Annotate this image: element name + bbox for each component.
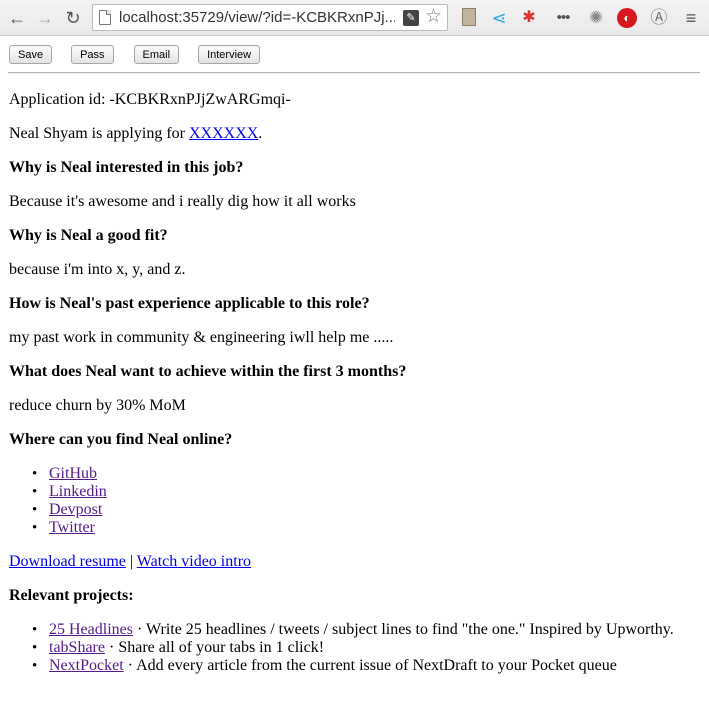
project-link-nextpocket[interactable]: NextPocket (49, 657, 124, 674)
download-resume-link[interactable]: Download resume (9, 553, 126, 570)
job-link[interactable]: XXXXXX (189, 125, 258, 142)
page-icon (99, 10, 111, 25)
pin-icon[interactable]: ✱ (518, 7, 540, 29)
interview-button[interactable]: Interview (198, 45, 261, 64)
application-id: Application id: -KCBKRxnPJjZwARGmqi- (9, 91, 291, 108)
share-icon[interactable]: ⋖ (488, 7, 510, 29)
project-link-tabshare[interactable]: tabShare (49, 639, 105, 656)
reload-icon[interactable]: ↻ (62, 7, 84, 29)
question-online: Where can you find Neal online? (9, 431, 233, 448)
bookmark-star-icon[interactable]: ☆ (425, 6, 442, 28)
watch-video-link[interactable]: Watch video intro (137, 553, 251, 570)
applicant-suffix: . (258, 125, 263, 142)
answer-goals: reduce churn by 30% MoM (9, 397, 186, 414)
extension-tile-icon[interactable] (458, 7, 480, 29)
save-button[interactable]: Save (9, 45, 53, 64)
link-separator: | (125, 553, 137, 570)
question-goals: What does Neal want to achieve within th… (9, 363, 407, 380)
browser-toolbar: ← → ↻ localhost:35729/view/?id=-KCBKRxnP… (0, 0, 709, 36)
project-description: · Share all of your tabs in 1 click! (104, 639, 325, 656)
projects-heading: Relevant projects: (9, 587, 134, 604)
wrench-icon[interactable]: ✎ (403, 10, 419, 26)
answer-interest: Because it's awesome and i really dig ho… (9, 193, 356, 210)
applicant-prefix: Neal Shyam is applying for (9, 125, 189, 142)
address-bar[interactable]: localhost:35729/view/?id=-KCBKRxnPJj... … (92, 4, 448, 31)
divider (8, 72, 700, 74)
list-item: Devpost (32, 501, 102, 519)
forward-arrow-icon[interactable]: → (34, 7, 56, 29)
pass-button[interactable]: Pass (71, 45, 114, 64)
project-description: · Add every article from the current iss… (123, 657, 617, 674)
back-arrow-icon[interactable]: ← (6, 7, 28, 29)
devpost-link[interactable]: Devpost (49, 501, 102, 518)
github-link[interactable]: GitHub (49, 465, 97, 482)
list-item: 25 Headlines · Write 25 headlines / twee… (32, 621, 674, 639)
disc-glyph: ◐ (617, 8, 637, 28)
anarchy-icon[interactable]: Ⓐ (648, 7, 670, 29)
red-disc-icon[interactable]: ◐ (616, 7, 638, 29)
list-item: Linkedin (32, 483, 107, 501)
applicant-line: Neal Shyam is applying for XXXXXX. (9, 125, 262, 143)
media-links: Download resume | Watch video intro (9, 553, 251, 571)
tile-shape (462, 8, 476, 26)
question-fit: Why is Neal a good fit? (9, 227, 168, 244)
email-button[interactable]: Email (133, 45, 180, 64)
url-text[interactable]: localhost:35729/view/?id=-KCBKRxnPJj... (119, 9, 395, 26)
menu-icon[interactable]: ≡ (680, 7, 702, 29)
project-link-25-headlines[interactable]: 25 Headlines (49, 621, 133, 638)
answer-fit: because i'm into x, y, and z. (9, 261, 186, 278)
bug-icon[interactable]: ✺ (585, 7, 607, 29)
list-item: GitHub (32, 465, 97, 483)
question-interest: Why is Neal interested in this job? (9, 159, 244, 176)
linkedin-link[interactable]: Linkedin (49, 483, 107, 500)
action-buttons: Save Pass Email Interview (9, 45, 268, 64)
list-item: tabShare · Share all of your tabs in 1 c… (32, 639, 325, 657)
project-description: · Write 25 headlines / tweets / subject … (132, 621, 674, 638)
list-item: NextPocket · Add every article from the … (32, 657, 617, 675)
answer-experience: my past work in community & engineering … (9, 329, 394, 346)
twitter-link[interactable]: Twitter (49, 519, 95, 536)
dots-icon[interactable]: ••• (552, 7, 574, 29)
question-experience: How is Neal's past experience applicable… (9, 295, 370, 312)
list-item: Twitter (32, 519, 95, 537)
